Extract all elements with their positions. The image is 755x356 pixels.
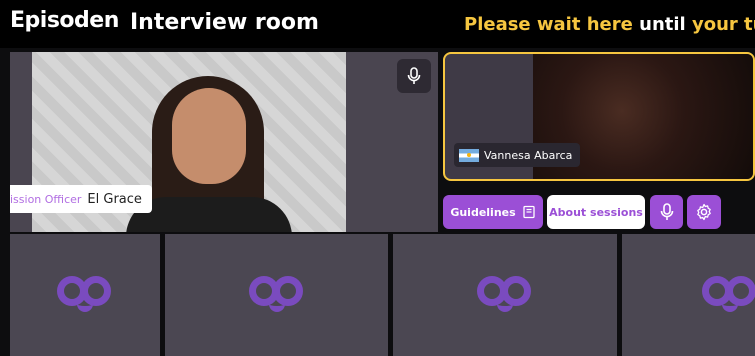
guidelines-label: Guidelines: [450, 205, 516, 219]
empty-participant-tile: [393, 234, 617, 356]
participant-mic-button[interactable]: [397, 59, 431, 93]
waiting-notice: Please wait here until your turn: [464, 14, 755, 35]
page-title: Interview room: [130, 10, 319, 35]
settings-button[interactable]: [687, 195, 721, 229]
notice-part-3: your turn: [691, 14, 755, 35]
participant-role: ission Officer: [10, 192, 82, 206]
top-bar: Episoden Interview room Please wait here…: [0, 0, 755, 48]
episoden-logo: [248, 276, 305, 314]
empty-participant-tile: [622, 234, 755, 356]
episoden-logo: [477, 276, 533, 314]
side-participant-tag: Vannesa Abarca: [454, 143, 581, 167]
participant-name: El Grace: [87, 191, 142, 207]
brand-name: Episoden: [10, 8, 119, 33]
microphone-icon: [660, 203, 673, 220]
side-participant-name: Vannesa Abarca: [484, 148, 573, 162]
argentina-flag-icon: [459, 148, 479, 162]
notice-part-1: Please wait here: [464, 14, 633, 35]
episoden-logo: [57, 276, 113, 314]
gear-icon: [697, 203, 711, 221]
toggle-mic-button[interactable]: [650, 195, 683, 229]
microphone-icon: [407, 67, 421, 84]
book-icon: [523, 205, 535, 219]
empty-participant-tile: [10, 234, 160, 356]
notice-part-2: until: [639, 14, 686, 35]
person-face: [172, 88, 246, 184]
guidelines-button[interactable]: Guidelines: [443, 195, 543, 229]
empty-participant-tile: [165, 234, 388, 356]
about-sessions-button[interactable]: About sessions: [547, 195, 645, 229]
participant-name-tag: ission Officer El Grace: [10, 185, 152, 213]
episoden-logo: [702, 276, 755, 314]
